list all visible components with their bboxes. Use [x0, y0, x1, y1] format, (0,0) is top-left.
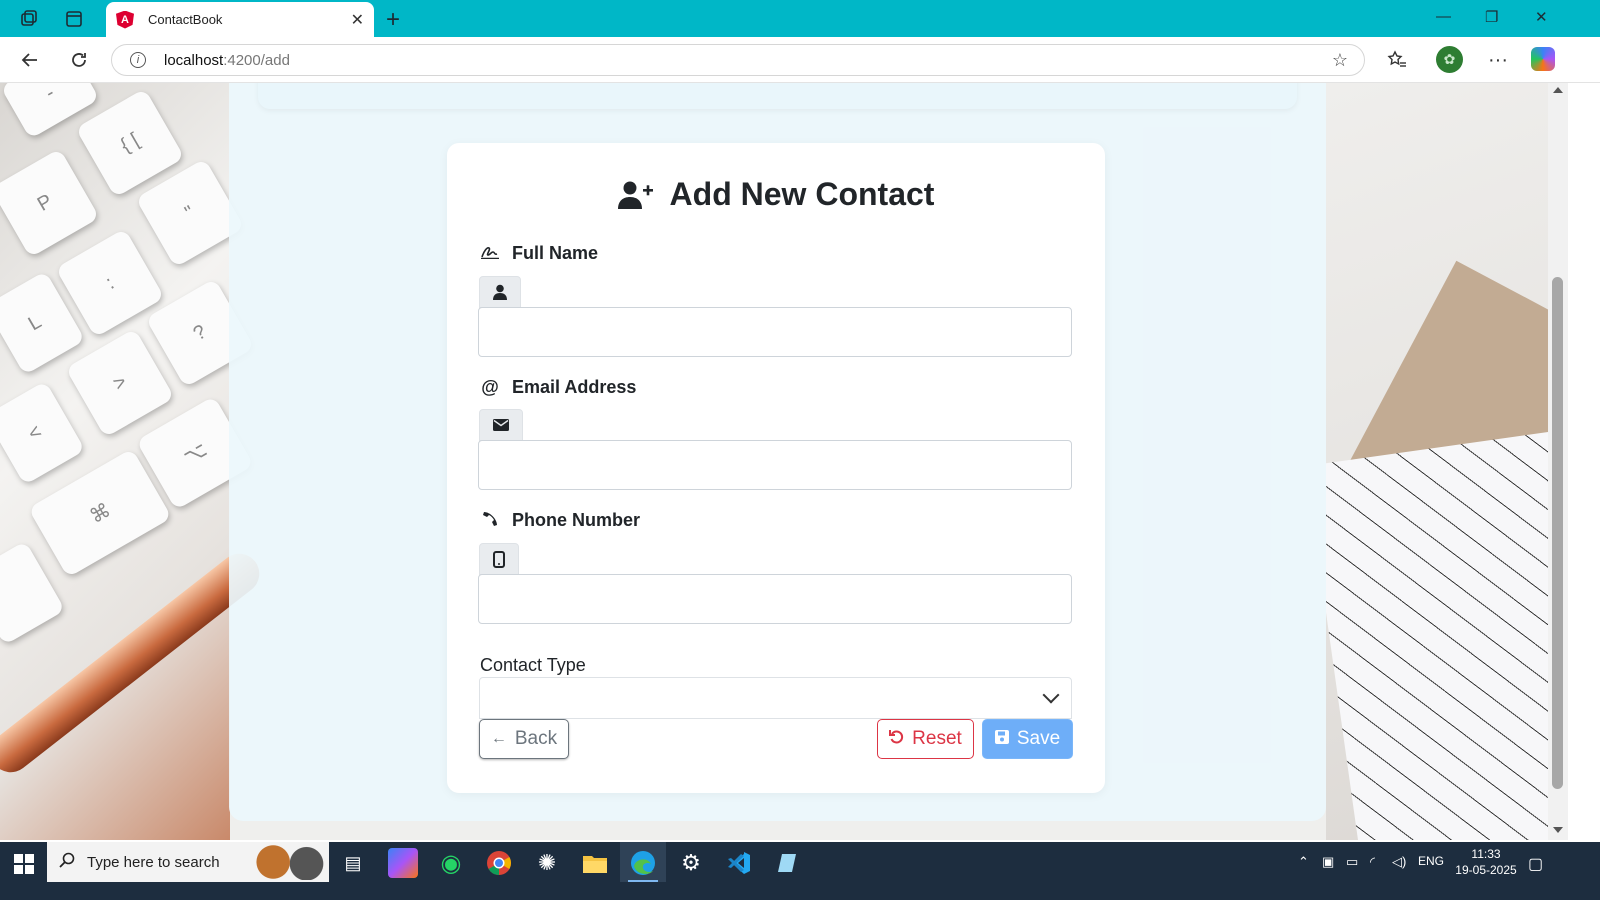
vertical-scrollbar[interactable] — [1548, 83, 1568, 840]
reset-button[interactable]: Reset — [877, 719, 974, 759]
search-highlight-image — [251, 844, 325, 880]
scroll-down-icon[interactable] — [1553, 827, 1563, 833]
page-container: Add New Contact Full Name @ Email Addres… — [229, 83, 1326, 821]
taskbar-search-box[interactable]: Type here to search — [47, 842, 329, 882]
full-name-label: Full Name — [480, 243, 598, 264]
address-toolbar: i localhost:4200/add ☆ ✿ ··· — [0, 37, 1600, 83]
keyboard-key: > — [65, 328, 175, 438]
back-arrow-icon[interactable] — [17, 47, 43, 73]
reset-button-label: Reset — [912, 728, 962, 749]
header-card — [258, 83, 1297, 109]
page-title: Add New Contact — [447, 176, 1105, 213]
close-window-icon[interactable]: ✕ — [1535, 8, 1548, 26]
settings-gear-icon[interactable]: ⚙ — [676, 848, 706, 878]
email-label: @ Email Address — [480, 377, 636, 398]
search-icon — [59, 852, 75, 873]
clock-time: 11:33 — [1471, 847, 1501, 861]
taskbar-search-placeholder: Type here to search — [87, 853, 220, 871]
back-button-label: Back — [514, 728, 558, 749]
envelope-icon — [479, 409, 523, 441]
user-plus-icon — [617, 180, 654, 210]
url-host: localhost — [164, 51, 224, 69]
taskbar-clock[interactable]: 11:33 19-05-2025 — [1450, 846, 1522, 878]
edge-icon[interactable] — [628, 848, 658, 878]
refresh-icon[interactable] — [66, 47, 92, 73]
language-indicator[interactable]: ENG — [1418, 854, 1444, 868]
chatgpt-icon[interactable]: ✺ — [532, 848, 562, 878]
add-contact-card: Add New Contact Full Name @ Email Addres… — [447, 143, 1105, 793]
notifications-icon[interactable]: ▢ — [1528, 854, 1543, 874]
url-bar[interactable]: i localhost:4200/add ☆ — [111, 44, 1365, 76]
scroll-up-icon[interactable] — [1553, 87, 1563, 93]
new-tab-icon[interactable]: + — [386, 6, 400, 34]
whatsapp-icon[interactable]: ◉ — [436, 848, 466, 878]
notepad-icon[interactable] — [772, 848, 802, 878]
floppy-disk-icon — [994, 729, 1009, 749]
page-title-text: Add New Contact — [669, 176, 935, 212]
chevron-down-icon — [1042, 686, 1060, 704]
workspaces-icon[interactable] — [18, 8, 40, 30]
tab-title: ContactBook — [148, 12, 223, 27]
restore-icon[interactable]: ❐ — [1485, 8, 1498, 26]
keyboard-background-image: - { [ P " : L ? > < ⌥ ⌘ — [0, 83, 268, 840]
clock-date: 19-05-2025 — [1455, 863, 1517, 877]
wifi-icon[interactable]: ◜ — [1370, 854, 1375, 870]
full-name-input[interactable] — [478, 307, 1072, 357]
profile-avatar[interactable]: ✿ — [1436, 46, 1463, 73]
back-button[interactable]: ← Back — [479, 719, 569, 759]
url-path: :4200/add — [223, 51, 290, 69]
undo-icon — [889, 729, 904, 749]
file-explorer-icon[interactable] — [580, 848, 610, 878]
site-info-icon[interactable]: i — [130, 52, 146, 68]
favorite-star-icon[interactable]: ☆ — [1332, 50, 1348, 71]
chrome-icon[interactable] — [484, 848, 514, 878]
save-button-label: Save — [1016, 728, 1061, 749]
page-viewport: - { [ P " : L ? > < ⌥ ⌘ Add New Contact — [0, 83, 1548, 840]
meet-now-icon[interactable]: ▣ — [1322, 854, 1334, 870]
show-hidden-icons-icon[interactable]: ⌃ — [1298, 854, 1309, 870]
phone-input[interactable] — [478, 574, 1072, 624]
task-view-icon[interactable]: ▤ — [338, 848, 368, 878]
signature-icon — [480, 243, 500, 264]
full-name-label-text: Full Name — [512, 243, 599, 263]
save-button[interactable]: Save — [982, 719, 1073, 759]
email-input[interactable] — [478, 440, 1072, 490]
tab-contactbook[interactable]: A ContactBook ✕ — [106, 2, 374, 37]
lined-paper-decoration — [1326, 424, 1548, 840]
user-icon — [479, 276, 521, 308]
volume-icon[interactable]: ◁) — [1392, 854, 1406, 870]
favorites-icon[interactable] — [1384, 47, 1410, 73]
email-label-text: Email Address — [512, 377, 637, 397]
more-options-icon[interactable]: ··· — [1485, 47, 1511, 73]
battery-icon[interactable]: ▭ — [1346, 854, 1358, 870]
phone-icon — [480, 510, 500, 531]
vscode-icon[interactable] — [724, 848, 754, 878]
browser-tab-bar: A ContactBook ✕ + — ❐ ✕ — [0, 0, 1600, 37]
minimize-icon[interactable]: — — [1436, 8, 1451, 25]
mobile-icon — [479, 543, 519, 575]
tab-close-icon[interactable]: ✕ — [351, 10, 364, 30]
scrollbar-thumb[interactable] — [1552, 277, 1563, 789]
at-sign-icon: @ — [481, 377, 499, 397]
tab-actions-icon[interactable] — [63, 8, 85, 30]
windows-start-icon[interactable] — [14, 854, 34, 874]
contact-type-label: Contact Type — [480, 655, 586, 675]
arrow-left-icon: ← — [490, 730, 507, 747]
copilot-app-icon[interactable] — [388, 848, 418, 878]
windows-taskbar: Type here to search ▤ ◉ ✺ ⚙ ⌃ ▣ ▭ ◜ ◁) E… — [0, 842, 1600, 900]
notebook-background-image — [1326, 83, 1548, 840]
angular-icon: A — [116, 10, 134, 29]
phone-label-text: Phone Number — [512, 510, 641, 530]
copilot-icon[interactable] — [1531, 47, 1555, 71]
contact-type-select[interactable] — [479, 677, 1072, 719]
phone-label: Phone Number — [480, 510, 640, 531]
keyboard-key: < — [0, 380, 86, 486]
keyboard-key: P — [0, 148, 100, 258]
